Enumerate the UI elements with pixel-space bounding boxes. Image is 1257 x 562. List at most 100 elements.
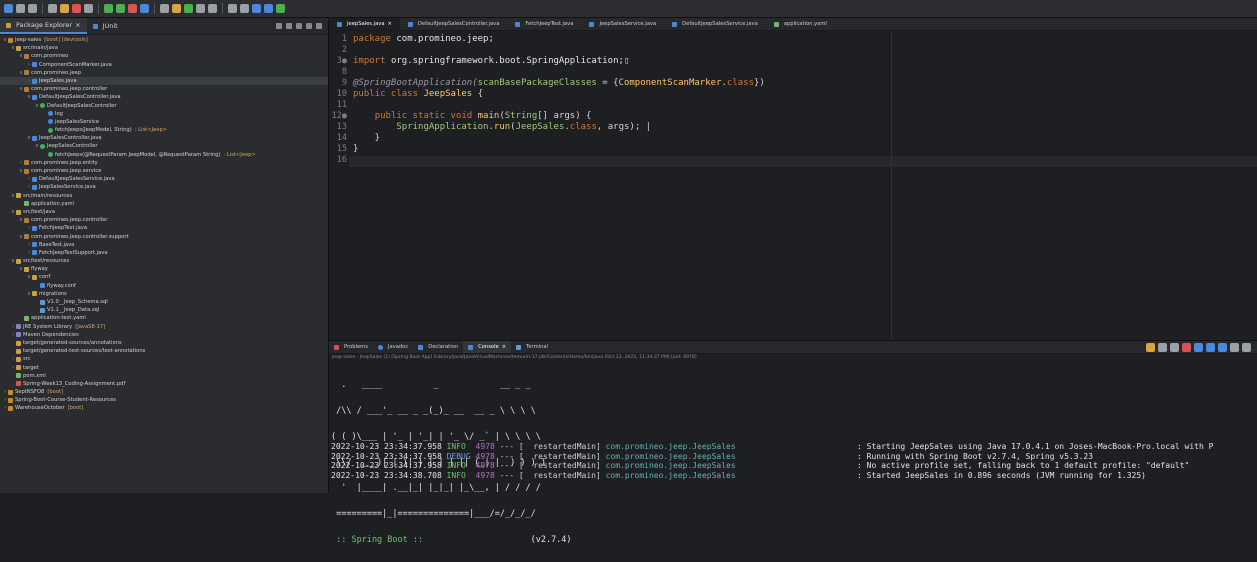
editor-tab[interactable]: DefaultJeepSalesService.java	[664, 18, 766, 30]
collapse-all-icon[interactable]	[276, 23, 282, 29]
tree-item[interactable]: › target	[0, 364, 328, 372]
pin-console-icon[interactable]	[1146, 342, 1155, 352]
tree-item[interactable]: target/generated-sources/annotations	[0, 339, 328, 347]
open-type-icon[interactable]	[196, 4, 205, 13]
tree-item[interactable]: › ComponentScanMarker.java	[0, 61, 328, 69]
tree-item[interactable]: V1.1__Jeep_Data.sql	[0, 306, 328, 314]
tree-item[interactable]: fetchJeeps(JeepModel, String): List<Jeep…	[0, 126, 328, 134]
view-menu-icon[interactable]	[296, 23, 302, 29]
code-editor[interactable]: 1 package com.promineo.jeep; 2 3● import org…	[329, 31, 1257, 340]
tree-item[interactable]: › Maven Dependencies	[0, 331, 328, 339]
tree-item[interactable]: › FetchJeepTest.java	[0, 224, 328, 232]
editor-tab[interactable]: FetchJeepTest.java	[507, 18, 581, 30]
minimize-icon[interactable]	[306, 23, 312, 29]
close-icon[interactable]: ×	[388, 21, 392, 27]
tree-item[interactable]: ∨ src/main/resources	[0, 192, 328, 200]
editor-tab[interactable]: JeepSales.java ×	[329, 18, 400, 30]
tree-item[interactable]: flyway.conf	[0, 282, 328, 290]
tree-item[interactable]: ∨ com.promineo.jeep.service	[0, 167, 328, 175]
tree-item[interactable]: Spring-Week13_Coding-Assignment.pdf	[0, 380, 328, 388]
remove-launch-icon[interactable]	[1158, 342, 1167, 352]
console-tab[interactable]: Problems	[329, 341, 373, 353]
skip-breakpoints-icon[interactable]	[48, 4, 57, 13]
tree-item[interactable]: › BaseTest.java	[0, 241, 328, 249]
console-view-menu-icon[interactable]	[1242, 342, 1251, 352]
new-package-icon[interactable]	[172, 4, 181, 13]
maximize-icon[interactable]	[316, 23, 322, 29]
coverage-icon[interactable]	[128, 4, 137, 13]
tree-item[interactable]: ∨ JeepSalesController	[0, 142, 328, 150]
save-all-icon[interactable]	[28, 4, 37, 13]
forward-icon[interactable]	[264, 4, 273, 13]
tree-item[interactable]: ∨ flyway	[0, 265, 328, 273]
tree-item[interactable]: ∨ com.promineo.jeep.controller	[0, 216, 328, 224]
step-over-icon[interactable]	[84, 4, 93, 13]
tree-item[interactable]: application.yaml	[0, 200, 328, 208]
search-icon[interactable]	[208, 4, 217, 13]
tree-item[interactable]: ∨ DefaultJeepSalesController	[0, 102, 328, 110]
tree-item[interactable]: › src	[0, 355, 328, 363]
tree-item[interactable]: ∨ src/main/java	[0, 44, 328, 52]
editor-tab[interactable]: application.yaml	[766, 18, 835, 30]
close-icon[interactable]: ×	[502, 344, 506, 350]
tree-item[interactable]: ∨ com.promineo.jeep.controller	[0, 85, 328, 93]
tab-package-explorer[interactable]: Package Explorer ×	[0, 18, 87, 34]
console-tab[interactable]: Javadoc	[373, 341, 413, 353]
tree-item[interactable]: fetchJeeps(@RequestParam JeepModel, @Req…	[0, 151, 328, 159]
new-icon[interactable]	[4, 4, 13, 13]
editor-tab[interactable]: DefaultJeepSalesController.java	[400, 18, 508, 30]
tree-item[interactable]: pom.xml	[0, 372, 328, 380]
resume-icon[interactable]	[60, 4, 69, 13]
debug-icon[interactable]	[104, 4, 113, 13]
tree-item[interactable]: › WarehouseOctober [boot]	[0, 404, 328, 412]
tree-item[interactable]: jeepSalesService	[0, 118, 328, 126]
tree-item[interactable]: ∨ com.promineo.jeep	[0, 69, 328, 77]
remove-all-launches-icon[interactable]	[1170, 342, 1179, 352]
editor-tab[interactable]: JeepSalesService.java	[581, 18, 664, 30]
tree-item[interactable]: › FetchJeepTestSupport.java	[0, 249, 328, 257]
tree-item[interactable]: ∨ com.promineo	[0, 52, 328, 60]
tree-item[interactable]: › Spring-Boot-Course-Student-Resources	[0, 396, 328, 404]
new-class-icon[interactable]	[184, 4, 193, 13]
tree-item[interactable]: ∨ conf	[0, 273, 328, 281]
tree-item[interactable]: ∨ migrations	[0, 290, 328, 298]
open-console-icon[interactable]	[1230, 342, 1239, 352]
tab-junit[interactable]: JUnit	[87, 18, 124, 34]
tree-item[interactable]: ∨ com.promineo.jeep.controller.support	[0, 233, 328, 241]
console-tab[interactable]: Terminal	[511, 341, 553, 353]
tree-item[interactable]: ∨ src/test/resources	[0, 257, 328, 265]
next-annotation-icon[interactable]	[228, 4, 237, 13]
spring-icon[interactable]	[276, 4, 285, 13]
previous-annotation-icon[interactable]	[240, 4, 249, 13]
console-tab[interactable]: Declaration	[413, 341, 463, 353]
external-tools-icon[interactable]	[140, 4, 149, 13]
word-wrap-icon[interactable]	[1206, 342, 1215, 352]
tree-item[interactable]: V1.0__Jeep_Schema.sql	[0, 298, 328, 306]
terminate-icon[interactable]	[72, 4, 81, 13]
tree-item[interactable]: target/generated-test-sources/test-annot…	[0, 347, 328, 355]
tree-item[interactable]: application-test.yaml	[0, 314, 328, 322]
save-icon[interactable]	[16, 4, 25, 13]
tree-item[interactable]: ∨ jeep-sales [boot] [devtools]	[0, 36, 328, 44]
tree-item[interactable]: › JRE System Library [JavaSE-17]	[0, 323, 328, 331]
terminate-console-icon[interactable]	[1182, 342, 1191, 352]
tree-item[interactable]: ∨ DefaultJeepSalesController.java	[0, 93, 328, 101]
tree-item[interactable]: › JeepSalesService.java	[0, 183, 328, 191]
line-number: 16	[336, 155, 347, 165]
tree-item[interactable]: ∨ src/test/java	[0, 208, 328, 216]
link-editor-icon[interactable]	[286, 23, 292, 29]
new-java-project-icon[interactable]	[160, 4, 169, 13]
tree-item[interactable]: › SeptNSFO8 [boot]	[0, 388, 328, 396]
show-console-icon[interactable]	[1218, 342, 1227, 352]
back-icon[interactable]	[252, 4, 261, 13]
close-icon[interactable]: ×	[75, 21, 80, 29]
run-icon[interactable]	[116, 4, 125, 13]
tree-item[interactable]: log	[0, 110, 328, 118]
scroll-lock-icon[interactable]	[1194, 342, 1203, 352]
tree-item[interactable]: › JeepSales.java	[0, 76, 328, 86]
tree-item[interactable]: › com.promineo.jeep.entity	[0, 159, 328, 167]
tree-item[interactable]: › DefaultJeepSalesService.java	[0, 175, 328, 183]
tree-item[interactable]: ∨ JeepSalesController.java	[0, 134, 328, 142]
console-tab[interactable]: Console ×	[463, 341, 512, 353]
